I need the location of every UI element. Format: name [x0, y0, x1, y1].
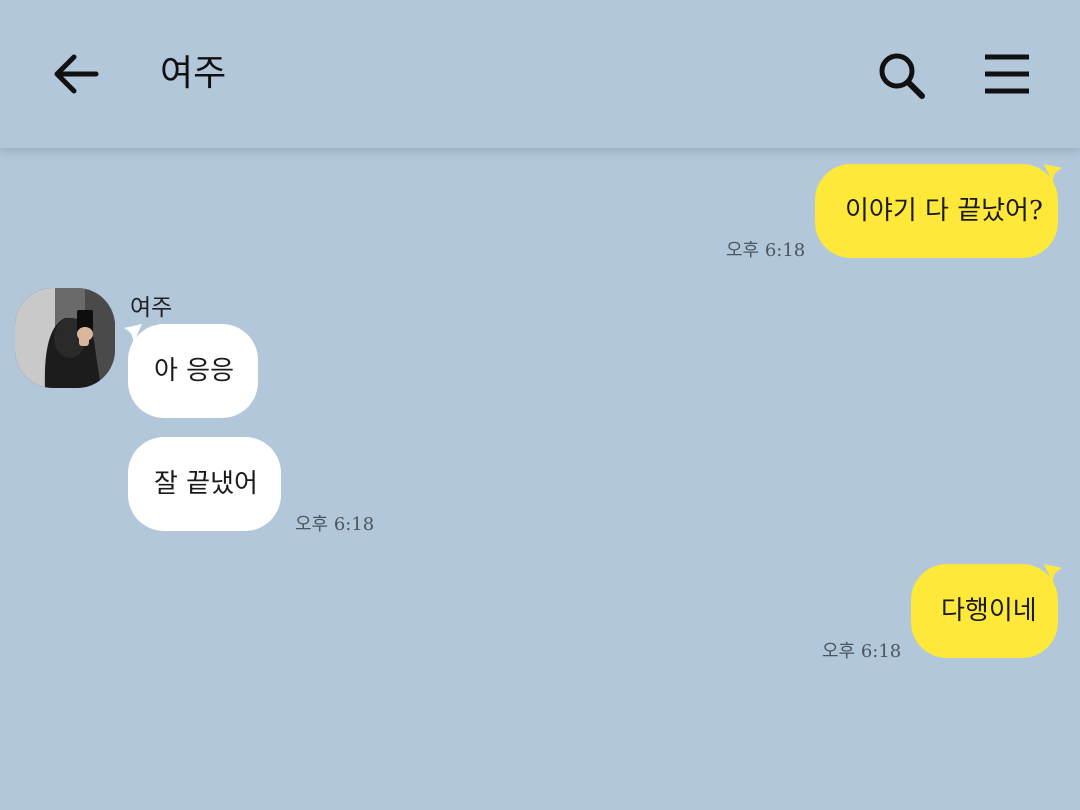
- hamburger-menu-icon: [985, 54, 1029, 94]
- message-text: 이야기 다 끝났어?: [845, 196, 1043, 226]
- my-message-bubble[interactable]: 다행이네: [911, 564, 1058, 658]
- message-text: 아 응응: [154, 356, 235, 386]
- profile-photo: [15, 288, 115, 388]
- their-message-bubble[interactable]: 잘 끝냈어: [128, 437, 281, 531]
- their-message-bubble[interactable]: 아 응응: [128, 324, 258, 418]
- my-message-bubble[interactable]: 이야기 다 끝났어?: [815, 164, 1058, 258]
- message-time: 오후 6:18: [726, 240, 806, 261]
- message-text: 다행이네: [941, 596, 1037, 626]
- chat-header: 여주: [0, 0, 1080, 148]
- message-text: 잘 끝냈어: [154, 469, 258, 499]
- message-time: 오후 6:18: [822, 641, 902, 662]
- message-list[interactable]: 오후 6:18 이야기 다 끝났어? 여주 아 응응 잘 끝냈어 오후 6:18…: [0, 148, 1080, 810]
- chat-title: 여주: [160, 53, 227, 94]
- message-time: 오후 6:18: [295, 514, 375, 535]
- search-icon: [879, 53, 925, 99]
- sender-name: 여주: [130, 295, 173, 321]
- menu-button[interactable]: [978, 46, 1038, 102]
- bubble-tail: [1044, 164, 1062, 186]
- arrow-left-icon: [54, 54, 99, 94]
- bubble-tail: [1044, 564, 1062, 586]
- back-button[interactable]: [46, 46, 106, 102]
- avatar[interactable]: [15, 288, 115, 388]
- search-button[interactable]: [872, 46, 932, 106]
